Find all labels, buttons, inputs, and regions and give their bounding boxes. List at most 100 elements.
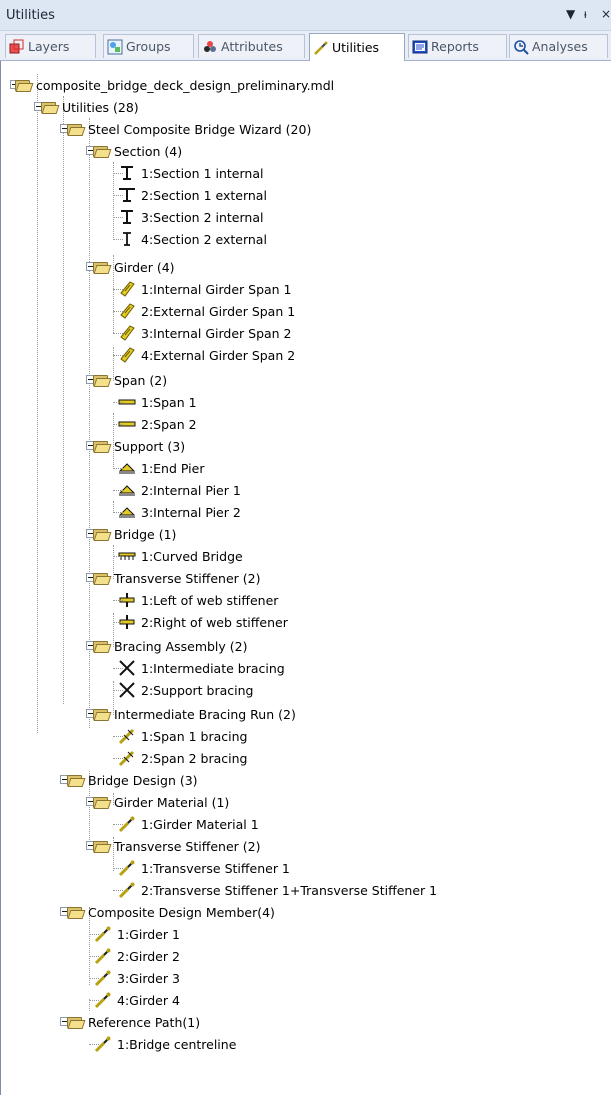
tree-node-steel-composite-bridge-wizard[interactable]: Steel Composite Bridge Wizard (20) [60, 118, 312, 140]
tree-label: 4:Girder 4 [117, 992, 180, 1008]
tree-label: Bridge Design (3) [88, 772, 198, 788]
tree-leaf-girder-2[interactable]: 2:External Girder Span 1 [113, 300, 295, 322]
tree-leaf-section-1[interactable]: 1:Section 1 internal [113, 162, 263, 184]
tab-bar: Layers Groups Attributes Utilities Repor… [0, 31, 611, 61]
tree-leaf-composite-member-2[interactable]: 2:Girder 2 [89, 945, 180, 967]
tree-node-bracing-assembly[interactable]: Bracing Assembly (2) [86, 635, 248, 657]
tab-label: Analyses [532, 39, 588, 54]
tree-label: 1:Span 1 [141, 394, 197, 410]
tree-label: 4:External Girder Span 2 [141, 347, 296, 363]
tree-label: 4:Section 2 external [141, 231, 267, 247]
chevron-down-icon[interactable]: ▼ [566, 7, 575, 21]
tab-groups[interactable]: Groups [103, 34, 194, 58]
tree-node-intermediate-bracing-run[interactable]: Intermediate Bracing Run (2) [86, 703, 296, 725]
tree-leaf-bracing-run-1[interactable]: 1:Span 1 bracing [113, 725, 247, 747]
tree-node-span[interactable]: Span (2) [86, 369, 167, 391]
tree-label: 3:Girder 3 [117, 970, 180, 986]
tree-label: 2:Internal Pier 1 [141, 482, 241, 498]
tree-node-section[interactable]: Section (4) [86, 140, 183, 162]
tree-leaf-span-1[interactable]: 1:Span 1 [113, 391, 197, 413]
tree-node-composite-design-member[interactable]: Composite Design Member(4) [60, 901, 275, 923]
folder-icon [67, 123, 86, 136]
tree-leaf-bridge-design-stiffener-1[interactable]: 1:Transverse Stiffener 1 [113, 857, 290, 879]
tree-node-girder-material[interactable]: Girder Material (1) [86, 791, 230, 813]
panel-titlebar: Utilities ▼ ᵼ × [0, 0, 611, 31]
tree-label: Bracing Assembly (2) [114, 638, 248, 654]
tree-leaf-support-3[interactable]: 3:Internal Pier 2 [113, 501, 241, 523]
tree-leaf-reference-path-1[interactable]: 1:Bridge centreline [89, 1033, 237, 1055]
tab-analyses[interactable]: Analyses [509, 34, 608, 58]
tree-leaf-support-2[interactable]: 2:Internal Pier 1 [113, 479, 241, 501]
tree-leaf-span-2[interactable]: 2:Span 2 [113, 413, 197, 435]
tab-reports[interactable]: Reports [408, 34, 507, 58]
tree-leaf-stiffener-2[interactable]: 2:Right of web stiffener [113, 611, 288, 633]
tab-label: Layers [28, 39, 70, 54]
tree-leaf-bracing-assembly-1[interactable]: 1:Intermediate bracing [113, 657, 285, 679]
tab-utilities[interactable]: Utilities [309, 33, 405, 61]
tab-label: Groups [126, 39, 171, 54]
reports-icon [412, 39, 428, 55]
tree-label: Composite Design Member(4) [88, 904, 275, 920]
tree-label: Section (4) [114, 143, 183, 159]
tree-label: 1:Bridge centreline [117, 1036, 237, 1052]
tree-leaf-bridge-1[interactable]: 1:Curved Bridge [113, 545, 243, 567]
tree-label: 1:End Pier [141, 460, 205, 476]
tree-node-reference-path[interactable]: Reference Path(1) [60, 1011, 200, 1033]
tree-label: 3:Section 2 internal [141, 209, 264, 225]
tree-leaf-bracing-assembly-2[interactable]: 2:Support bracing [113, 679, 254, 701]
utilities-icon [313, 40, 329, 56]
analyses-icon [513, 39, 529, 55]
tree-label: 3:Internal Girder Span 2 [141, 325, 292, 341]
tree-label: Girder Material (1) [114, 794, 230, 810]
close-icon[interactable]: × [601, 7, 611, 21]
tree-leaf-bridge-design-stiffener-2[interactable]: 2:Transverse Stiffener 1+Transverse Stif… [113, 879, 437, 901]
folder-icon [93, 528, 112, 541]
tree-leaf-composite-member-4[interactable]: 4:Girder 4 [89, 989, 180, 1011]
tree-leaf-composite-member-3[interactable]: 3:Girder 3 [89, 967, 180, 989]
tree-label: 3:Internal Pier 2 [141, 504, 241, 520]
folder-icon [41, 101, 60, 114]
tree-leaf-girder-3[interactable]: 3:Internal Girder Span 2 [113, 322, 292, 344]
attributes-icon [202, 39, 218, 55]
tree-label: 2:Span 2 bracing [141, 750, 248, 766]
tree-label: 1:Internal Girder Span 1 [141, 281, 292, 297]
tree-leaf-bracing-run-2[interactable]: 2:Span 2 bracing [113, 747, 248, 769]
tree-label: Utilities (28) [62, 99, 139, 115]
tree-label: Support (3) [114, 438, 186, 454]
tree-node-bridge-design-stiffener[interactable]: Transverse Stiffener (2) [86, 835, 261, 857]
tree-leaf-girder-4[interactable]: 4:External Girder Span 2 [113, 344, 296, 366]
pin-icon[interactable]: ᵼ [584, 7, 587, 21]
tree-label: 2:Girder 2 [117, 948, 180, 964]
tree-leaf-composite-member-1[interactable]: 1:Girder 1 [89, 923, 180, 945]
tree-node-bridge-design[interactable]: Bridge Design (3) [60, 769, 198, 791]
utilities-tree: composite_bridge_deck_design_preliminary… [0, 61, 611, 1095]
tree-leaf-section-3[interactable]: 3:Section 2 internal [113, 206, 264, 228]
folder-icon [93, 840, 112, 853]
tree-leaf-section-4[interactable]: 4:Section 2 external [113, 228, 267, 250]
tree-label: 1:Curved Bridge [141, 548, 243, 564]
folder-icon [93, 572, 112, 585]
tab-label: Reports [431, 39, 479, 54]
tree-leaf-support-1[interactable]: 1:End Pier [113, 457, 205, 479]
folder-icon [93, 640, 112, 653]
tree-label: 1:Transverse Stiffener 1 [141, 860, 290, 876]
tree-node-support[interactable]: Support (3) [86, 435, 186, 457]
tree-node-bridge[interactable]: Bridge (1) [86, 523, 177, 545]
tab-layers[interactable]: Layers [5, 34, 96, 58]
tree-leaf-section-2[interactable]: 2:Section 1 external [113, 184, 267, 206]
tree-label: Bridge (1) [114, 526, 177, 542]
tree-label: Intermediate Bracing Run (2) [114, 706, 296, 722]
tree-node-girder[interactable]: Girder (4) [86, 256, 175, 278]
tree-leaf-girder-material-1[interactable]: 1:Girder Material 1 [113, 813, 259, 835]
tree-label: Steel Composite Bridge Wizard (20) [88, 121, 312, 137]
tree-label: Transverse Stiffener (2) [114, 838, 261, 854]
tree-node-utilities[interactable]: Utilities (28) [34, 96, 139, 118]
layers-icon [9, 39, 25, 55]
tree-label: Girder (4) [114, 259, 175, 275]
tab-label: Attributes [221, 39, 283, 54]
tree-node-transverse-stiffener[interactable]: Transverse Stiffener (2) [86, 567, 260, 589]
tab-attributes[interactable]: Attributes [198, 34, 305, 58]
tree-leaf-girder-1[interactable]: 1:Internal Girder Span 1 [113, 278, 292, 300]
tree-root[interactable]: composite_bridge_deck_design_preliminary… [10, 74, 334, 96]
tree-leaf-stiffener-1[interactable]: 1:Left of web stiffener [113, 589, 278, 611]
